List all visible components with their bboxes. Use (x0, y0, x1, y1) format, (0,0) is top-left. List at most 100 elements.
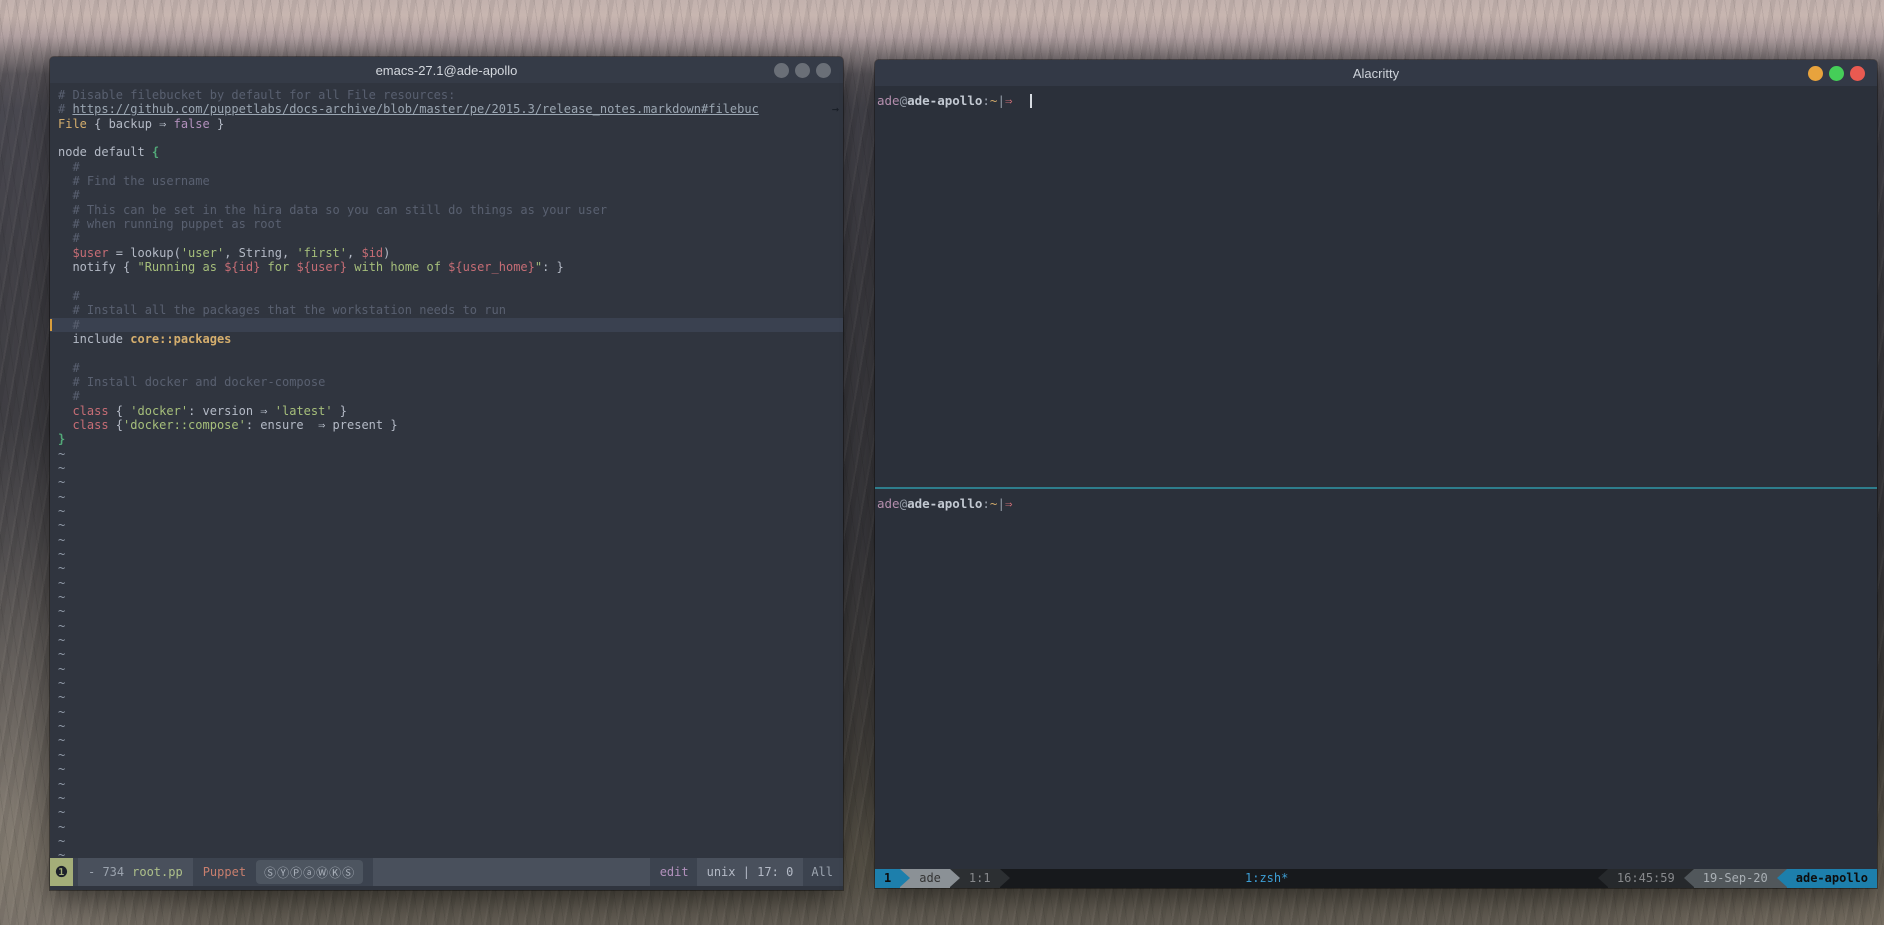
modeline-file-segment: - 734 root.pp (78, 858, 193, 886)
empty-line-tilde: ~ (58, 805, 843, 819)
code-line: node default { (58, 145, 843, 159)
empty-line-tilde: ~ (58, 447, 843, 461)
code-line: # (58, 231, 843, 245)
empty-line-tilde: ~ (58, 777, 843, 791)
empty-line-tilde: ~ (58, 590, 843, 604)
code-line: # (58, 289, 843, 303)
close-button[interactable] (816, 63, 831, 78)
emacs-echo-area (50, 886, 843, 890)
empty-line-tilde: ~ (58, 561, 843, 575)
code-line: # (58, 160, 843, 174)
buffer-name: root.pp (132, 865, 183, 879)
code-line: notify { "Running as ${id} for ${user} w… (58, 260, 843, 274)
alacritty-window-title: Alacritty (1353, 66, 1399, 81)
code-line: # (58, 361, 843, 375)
empty-line-tilde: ~ (58, 705, 843, 719)
emacs-modeline: ❶ - 734 root.pp Puppet ⓈⓎⓅⓐⓌⓀⓈ edit unix… (50, 858, 843, 886)
code-line: # Install docker and docker-compose (58, 375, 843, 389)
empty-line-tilde: ~ (58, 733, 843, 747)
code-line: # Find the username (58, 174, 843, 188)
empty-line-tilde: ~ (58, 834, 843, 848)
code-line: # when running puppet as root (58, 217, 843, 231)
code-line: # (58, 389, 843, 403)
tmux-pane-bottom[interactable]: ade@ade-apollo:~|⇒ (875, 489, 1877, 869)
empty-line-tilde: ~ (58, 461, 843, 475)
powerline-arrow-icon (950, 869, 960, 888)
code-line: class {'docker::compose': ensure ⇒ prese… (58, 418, 843, 432)
alacritty-titlebar[interactable]: Alacritty (875, 60, 1877, 86)
code-line (58, 131, 843, 145)
scroll-indicator: All (811, 865, 833, 879)
code-line (58, 274, 843, 288)
alacritty-window: Alacritty ade@ade-apollo:~|⇒ ade@ade-apo… (875, 60, 1877, 888)
powerline-arrow-icon (1598, 869, 1608, 888)
empty-line-tilde: ~ (58, 676, 843, 690)
empty-line-tilde: ~ (58, 762, 843, 776)
tmux-pane-top[interactable]: ade@ade-apollo:~|⇒ (875, 86, 1877, 487)
empty-line-tilde: ~ (58, 633, 843, 647)
empty-line-tilde: ~ (58, 518, 843, 532)
empty-line-tilde: ~ (58, 748, 843, 762)
code-line: class { 'docker': version ⇒ 'latest' } (58, 404, 843, 418)
code-line: # (58, 188, 843, 202)
shell-prompt: ade@ade-apollo:~|⇒ (877, 495, 1877, 512)
empty-line-tilde: ~ (58, 533, 843, 547)
code-line: # Disable filebucket by default for all … (58, 88, 843, 102)
tmux-segment: 16:45:59 (1608, 869, 1684, 888)
empty-line-tilde: ~ (58, 848, 843, 858)
emacs-titlebar[interactable]: emacs-27.1@ade-apollo (50, 57, 843, 83)
tmux-left-segments: 1 ade 1:1 (875, 869, 1010, 888)
empty-line-tilde: ~ (58, 619, 843, 633)
powerline-arrow-icon (1000, 869, 1010, 888)
maximize-button[interactable] (1829, 66, 1844, 81)
minor-modes-icons: ⓈⓎⓅⓐⓌⓀⓈ (256, 860, 363, 884)
empty-line-tilde: ~ (58, 504, 843, 518)
code-line: # (50, 318, 843, 332)
emacs-window-buttons (774, 57, 831, 83)
emacs-window: emacs-27.1@ade-apollo # Disable filebuck… (50, 57, 843, 890)
powerline-arrow-icon (900, 869, 910, 888)
tmux-segment: ade-apollo (1787, 869, 1877, 888)
shell-prompt: ade@ade-apollo:~|⇒ (877, 92, 1877, 109)
modeline-spacer (373, 858, 650, 886)
empty-line-tilde: ~ (58, 647, 843, 661)
tmux-right-segments: 16:45:5919-Sep-20ade-apollo (1598, 869, 1877, 888)
tmux-segment: 1:1 (960, 869, 1000, 888)
minimize-button[interactable] (774, 63, 789, 78)
major-mode-label: Puppet (203, 865, 246, 879)
tmux-segment: 1 (875, 869, 900, 888)
tmux-segment: ade (910, 869, 950, 888)
empty-line-tilde: ~ (58, 475, 843, 489)
code-line: File { backup ⇒ false } (58, 117, 843, 131)
empty-line-tilde: ~ (58, 547, 843, 561)
encoding-position-label: unix | 17: 0 (697, 858, 804, 886)
code-line: include core::packages (58, 332, 843, 346)
minimize-button[interactable] (1808, 66, 1823, 81)
tmux-window-name[interactable]: 1:zsh* (1245, 869, 1288, 888)
maximize-button[interactable] (795, 63, 810, 78)
empty-line-tilde: ~ (58, 490, 843, 504)
code-line: } (58, 432, 843, 446)
modeline-position: - 734 (88, 865, 124, 879)
empty-line-tilde: ~ (58, 820, 843, 834)
editor-state-label: edit (660, 865, 689, 879)
close-button[interactable] (1850, 66, 1865, 81)
powerline-arrow-icon (1684, 869, 1694, 888)
workspace-badge: ❶ (50, 858, 73, 886)
code-line: # https://github.com/puppetlabs/docs-arc… (58, 102, 843, 116)
empty-line-tilde: ~ (58, 719, 843, 733)
empty-line-tilde: ~ (58, 662, 843, 676)
alacritty-window-buttons (1808, 60, 1865, 86)
empty-line-tilde: ~ (58, 690, 843, 704)
empty-line-tilde: ~ (58, 604, 843, 618)
code-line: # Install all the packages that the work… (58, 303, 843, 317)
tmux-status-bar: 1 ade 1:1 1:zsh* 16:45:5919-Sep-20ade-apol… (875, 869, 1877, 888)
line-truncation-arrow-icon: → (832, 102, 839, 116)
code-line (58, 346, 843, 360)
emacs-cursor (50, 319, 52, 331)
powerline-arrow-icon (1777, 869, 1787, 888)
code-line: $user = lookup('user', String, 'first', … (58, 246, 843, 260)
emacs-buffer[interactable]: # Disable filebucket by default for all … (50, 83, 843, 858)
terminal-cursor (1030, 94, 1032, 108)
code-line: # This can be set in the hira data so yo… (58, 203, 843, 217)
